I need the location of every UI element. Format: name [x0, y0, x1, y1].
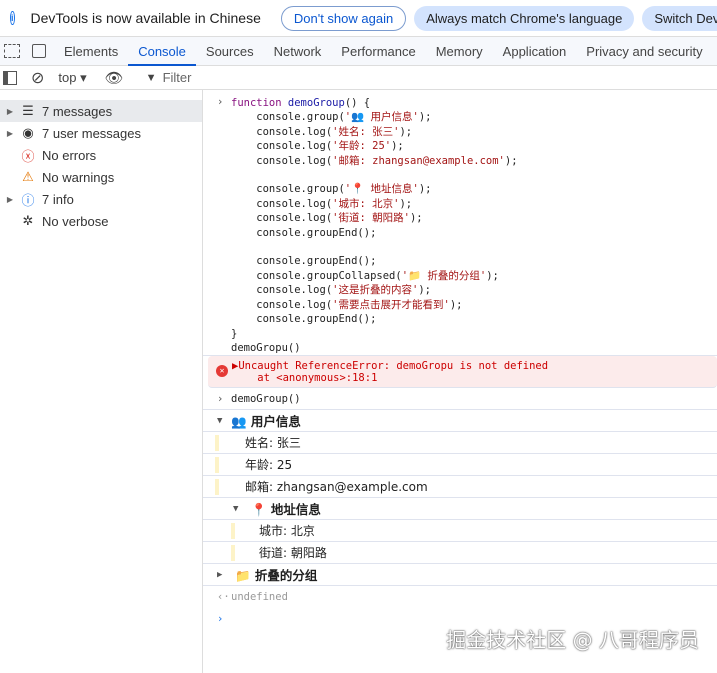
input-prompt-icon: ›	[217, 96, 224, 108]
tab-performance[interactable]: Performance	[331, 37, 425, 66]
console-sidebar: ▶ ☰ 7 messages ▶ ◉ 7 user messages ⓧ No error…	[0, 90, 203, 673]
dont-show-again-button[interactable]: Don't show again	[280, 5, 407, 31]
console-toolbar: ⊘ top ▾ 👁 ▼ Filter	[0, 66, 717, 90]
tab-network[interactable]: Network	[264, 37, 332, 66]
log-entry: 街道: 朝阳路	[203, 542, 717, 565]
tab-console[interactable]: Console	[128, 37, 196, 66]
infobar-text: DevTools is now available in Chinese	[30, 10, 261, 26]
sidebar-item-label: 7 info	[42, 191, 74, 207]
devtools-tabs: Elements Console Sources Network Perform…	[0, 36, 717, 66]
group-user-info[interactable]: ▼ 👥 用户信息	[203, 410, 717, 433]
always-match-language-button[interactable]: Always match Chrome's language	[414, 5, 635, 31]
error-message[interactable]: ✕ ▶Uncaught ReferenceError: demoGropu is…	[208, 356, 717, 389]
input-entry: › demoGroup()	[203, 388, 717, 411]
group-title: 📁 折叠的分组	[235, 568, 318, 584]
group-title: 👥 用户信息	[231, 414, 301, 430]
error-icon: ✕	[216, 365, 228, 378]
sidebar-item-label: No errors	[42, 147, 97, 163]
warning-icon: ⚠	[22, 169, 34, 184]
tab-elements[interactable]: Elements	[54, 37, 128, 66]
group-collapsed[interactable]: ▶ 📁 折叠的分组	[203, 564, 717, 587]
code-input-echo: function demoGroup() { console.group('👥 …	[231, 97, 518, 354]
log-entry: 姓名: 张三	[203, 432, 717, 455]
sidebar-item-user-messages[interactable]: ▶ ◉ 7 user messages	[0, 122, 202, 144]
tab-application[interactable]: Application	[493, 37, 577, 66]
inspect-element-icon[interactable]	[4, 44, 20, 58]
context-label: top	[58, 69, 77, 85]
tab-privacy-security[interactable]: Privacy and security	[576, 37, 712, 66]
error-stack-link[interactable]: at <anonymous>:18:1	[232, 372, 377, 384]
sidebar-item-label: 7 messages	[42, 103, 113, 119]
sidebar-item-warnings[interactable]: ⚠ No warnings	[0, 166, 202, 188]
error-icon: ⓧ	[21, 148, 35, 164]
log-entry: 年龄: 25	[203, 454, 717, 477]
context-selector[interactable]: top ▾	[58, 70, 86, 86]
info-icon: i	[10, 11, 15, 25]
result-entry: ‹· undefined	[217, 591, 288, 604]
sidebar-item-messages[interactable]: ▶ ☰ 7 messages	[0, 100, 202, 122]
bug-icon: ✲	[22, 213, 34, 228]
tab-sources[interactable]: Sources	[196, 37, 264, 66]
filter-input[interactable]: Filter	[163, 70, 192, 85]
sidebar-item-verbose[interactable]: ✲ No verbose	[0, 210, 202, 232]
input-text: demoGroup()	[231, 392, 301, 405]
language-infobar: i DevTools is now available in Chinese D…	[0, 0, 717, 36]
sidebar-item-label: No verbose	[42, 213, 109, 229]
group-address-info[interactable]: ▼ 📍 地址信息	[203, 498, 717, 521]
clear-console-icon[interactable]: ⊘	[31, 68, 44, 88]
sidebar-item-label: No warnings	[42, 169, 115, 185]
log-entry: 城市: 北京	[203, 520, 717, 543]
sidebar-item-errors[interactable]: ⓧ No errors	[0, 144, 202, 166]
sidebar-toggle-icon[interactable]	[3, 70, 17, 85]
console-output: › function demoGroup() { console.group('…	[203, 90, 717, 673]
error-text: ▶Uncaught ReferenceError: demoGropu is n…	[232, 359, 549, 372]
tab-memory[interactable]: Memory	[426, 37, 493, 66]
user-icon: ◉	[22, 125, 34, 140]
switch-language-button[interactable]: Switch Dev	[642, 5, 717, 31]
device-toolbar-icon[interactable]	[32, 44, 46, 58]
filter-funnel-icon: ▼	[145, 71, 157, 84]
info-icon: ⓘ	[21, 192, 35, 208]
group-title: 📍 地址信息	[251, 502, 321, 518]
list-icon: ☰	[22, 103, 34, 118]
watermark: 掘金技术社区 @ 八哥程序员	[446, 628, 699, 652]
log-entry: 邮箱: zhangsan@example.com	[203, 476, 717, 499]
sidebar-item-label: 7 user messages	[42, 125, 141, 141]
sidebar-item-info[interactable]: ▶ ⓘ 7 info	[0, 188, 202, 210]
live-expression-eye-icon[interactable]: 👁	[105, 69, 124, 87]
